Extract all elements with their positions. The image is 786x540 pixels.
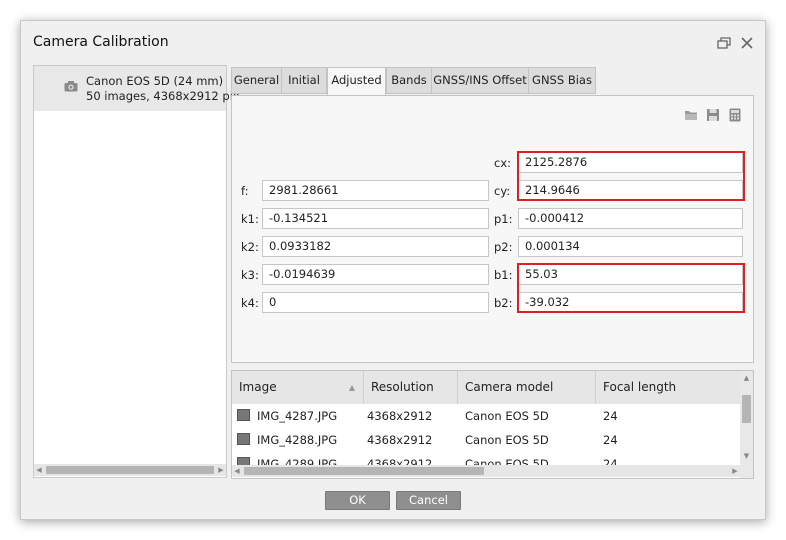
calculator-icon[interactable] xyxy=(728,108,742,122)
camera-info: 50 images, 4368x2912 pix xyxy=(86,89,240,103)
title-bar: Camera Calibration xyxy=(21,21,765,65)
cell-image: IMG_4288.JPG xyxy=(257,433,338,447)
column-header-image[interactable]: Image ▲ xyxy=(232,371,364,404)
scroll-right-icon[interactable]: ▶ xyxy=(216,464,226,476)
ok-button[interactable]: OK xyxy=(325,491,390,510)
p1-field[interactable]: -0.000412 xyxy=(518,208,743,229)
tab-gnss-bias[interactable]: GNSS Bias xyxy=(528,67,596,94)
cell-focal-length: 24 xyxy=(603,433,618,447)
k3-field[interactable]: -0.0194639 xyxy=(262,264,489,285)
cell-camera-model: Canon EOS 5D xyxy=(465,433,549,447)
k1-field[interactable]: -0.134521 xyxy=(262,208,489,229)
k4-label: k4: xyxy=(241,296,259,310)
b1-b2-highlight xyxy=(517,263,745,313)
scrollbar-thumb[interactable] xyxy=(46,466,214,474)
tab-gnss-ins-offset[interactable]: GNSS/INS Offset xyxy=(431,67,529,94)
close-icon[interactable] xyxy=(739,35,755,51)
k3-label: k3: xyxy=(241,268,259,282)
scroll-left-icon[interactable]: ◀ xyxy=(232,465,242,477)
cell-image: IMG_4287.JPG xyxy=(257,409,338,423)
k4-field[interactable]: 0 xyxy=(262,292,489,313)
b1-label: b1: xyxy=(494,268,513,282)
tab-adjusted[interactable]: Adjusted xyxy=(327,67,386,96)
tab-general[interactable]: General xyxy=(231,67,282,94)
folder-icon[interactable] xyxy=(684,108,698,122)
scroll-down-icon[interactable]: ▼ xyxy=(740,451,753,461)
b2-label: b2: xyxy=(494,296,513,310)
camera-icon xyxy=(64,81,78,92)
scrollbar-thumb[interactable] xyxy=(244,467,484,475)
column-header-camera-model[interactable]: Camera model xyxy=(458,371,596,404)
f-field[interactable]: 2981.28661 xyxy=(262,180,489,201)
image-icon xyxy=(237,409,250,421)
camera-list-item[interactable]: Canon EOS 5D (24 mm) 50 images, 4368x291… xyxy=(34,66,240,111)
dialog-title: Camera Calibration xyxy=(33,34,169,50)
cell-camera-model: Canon EOS 5D xyxy=(465,409,549,423)
k1-label: k1: xyxy=(241,212,259,226)
column-header-focal-length[interactable]: Focal length xyxy=(596,371,740,404)
p1-label: p1: xyxy=(494,212,513,226)
p2-field[interactable]: 0.000134 xyxy=(518,236,743,257)
tab-initial[interactable]: Initial xyxy=(281,67,327,94)
f-label: f: xyxy=(241,184,249,198)
column-header-resolution[interactable]: Resolution xyxy=(364,371,458,404)
p2-label: p2: xyxy=(494,240,513,254)
scroll-left-icon[interactable]: ◀ xyxy=(34,464,44,476)
camera-list-scrollbar[interactable]: ◀ ▶ xyxy=(34,464,226,476)
scrollbar-thumb[interactable] xyxy=(742,395,751,423)
image-icon xyxy=(237,433,250,445)
table-vertical-scrollbar[interactable]: ▲ ▼ xyxy=(740,371,753,478)
column-label: Image xyxy=(239,380,277,394)
restore-icon[interactable] xyxy=(717,37,731,49)
scroll-up-icon[interactable]: ▲ xyxy=(740,373,753,383)
table-row[interactable]: IMG_4287.JPG 4368x2912 Canon EOS 5D 24 xyxy=(232,404,740,428)
save-icon[interactable] xyxy=(706,108,720,122)
scroll-right-icon[interactable]: ▶ xyxy=(730,465,740,477)
table-header: Image ▲ Resolution Camera model Focal le… xyxy=(232,371,740,404)
table-row[interactable]: IMG_4288.JPG 4368x2912 Canon EOS 5D 24 xyxy=(232,428,740,452)
camera-calibration-dialog: Camera Calibration Canon EOS 5D (24 mm) … xyxy=(20,20,766,520)
k2-field[interactable]: 0.0933182 xyxy=(262,236,489,257)
tab-bands[interactable]: Bands xyxy=(386,67,432,94)
camera-list: Canon EOS 5D (24 mm) 50 images, 4368x291… xyxy=(33,65,240,478)
cx-cy-highlight xyxy=(517,151,745,201)
cell-resolution: 4368x2912 xyxy=(367,409,433,423)
camera-name: Canon EOS 5D (24 mm) xyxy=(86,74,224,88)
cx-label: cx: xyxy=(494,156,512,170)
sort-up-icon: ▲ xyxy=(348,383,355,392)
adjusted-panel: cx: 2125.2876 f: 2981.28661 cy: 214.9646… xyxy=(231,95,754,363)
table-horizontal-scrollbar[interactable]: ◀ ▶ xyxy=(232,465,740,477)
cancel-button[interactable]: Cancel xyxy=(396,491,461,510)
cell-resolution: 4368x2912 xyxy=(367,433,433,447)
cell-focal-length: 24 xyxy=(603,409,618,423)
image-table: Image ▲ Resolution Camera model Focal le… xyxy=(231,370,754,479)
cy-label: cy: xyxy=(494,184,511,198)
k2-label: k2: xyxy=(241,240,259,254)
